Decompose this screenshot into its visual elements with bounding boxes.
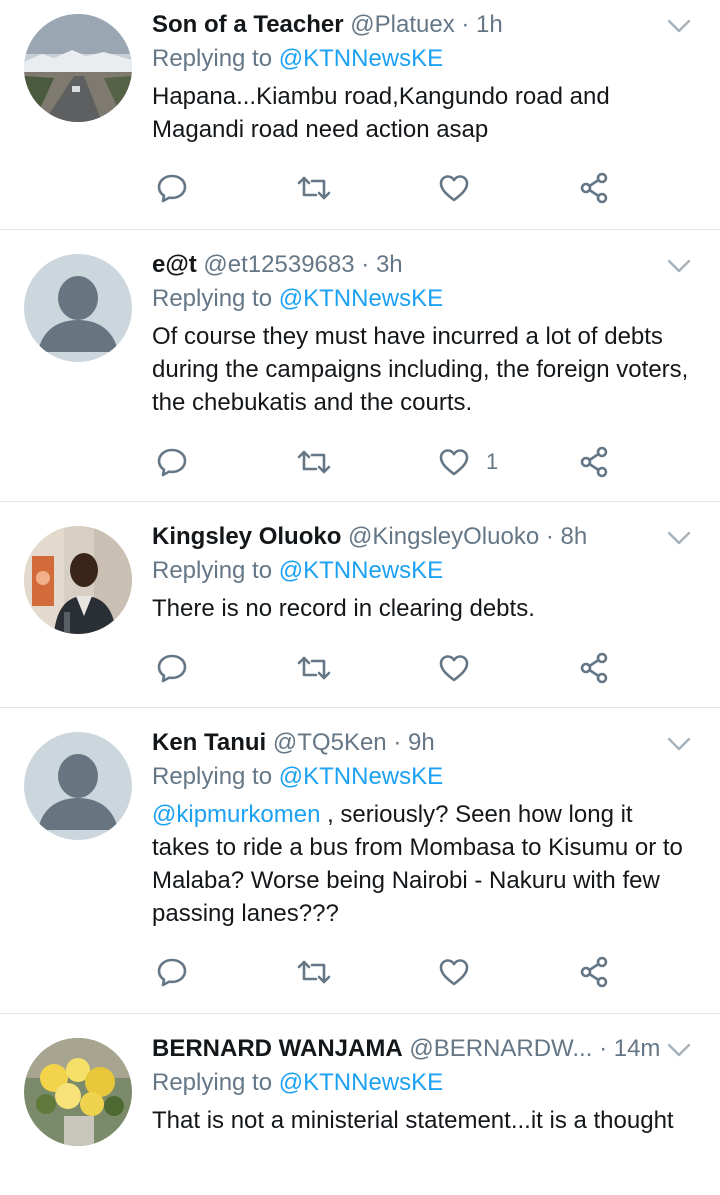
default-avatar-icon bbox=[24, 732, 132, 840]
avatar[interactable] bbox=[24, 1038, 132, 1146]
like-button[interactable] bbox=[438, 648, 486, 688]
like-button[interactable] bbox=[438, 168, 486, 208]
reply-icon bbox=[156, 172, 188, 204]
retweet-icon bbox=[296, 446, 332, 478]
share-button[interactable] bbox=[578, 442, 610, 482]
like-button[interactable]: 1 bbox=[438, 442, 498, 482]
replying-prefix: Replying to bbox=[152, 45, 273, 72]
reply-button[interactable] bbox=[156, 168, 188, 208]
avatar[interactable] bbox=[24, 526, 132, 634]
replying-to-link[interactable]: @KTNNewsKE bbox=[279, 45, 443, 72]
action-bar bbox=[152, 168, 622, 208]
retweet-icon bbox=[296, 956, 332, 988]
author-name[interactable]: BERNARD WANJAMA bbox=[152, 1035, 403, 1062]
replying-to: Replying to @KTNNewsKE bbox=[152, 760, 692, 794]
separator-dot: · bbox=[545, 523, 554, 550]
reply-button[interactable] bbox=[156, 952, 188, 992]
reply-icon bbox=[156, 446, 188, 478]
timestamp[interactable]: 9h bbox=[408, 729, 435, 756]
tweet-item[interactable]: Ken Tanui @TQ5Ken · 9h Replying to @KTNN… bbox=[0, 708, 720, 1014]
like-button[interactable] bbox=[438, 952, 486, 992]
tweet-text: @kipmurkomen , seriously? Seen how long … bbox=[152, 798, 692, 930]
replying-to-link[interactable]: @KTNNewsKE bbox=[279, 285, 443, 312]
replying-prefix: Replying to bbox=[152, 1069, 273, 1096]
tweet-text: Of course they must have incurred a lot … bbox=[152, 323, 689, 416]
chevron-down-icon[interactable] bbox=[666, 734, 692, 754]
retweet-button[interactable] bbox=[296, 648, 332, 688]
like-icon bbox=[438, 956, 470, 988]
like-icon bbox=[438, 172, 470, 204]
share-button[interactable] bbox=[578, 648, 610, 688]
timestamp[interactable]: 1h bbox=[476, 11, 503, 38]
like-icon bbox=[438, 446, 470, 478]
share-button[interactable] bbox=[578, 952, 610, 992]
replying-to: Replying to @KTNNewsKE bbox=[152, 554, 692, 588]
share-button[interactable] bbox=[578, 168, 610, 208]
author-handle[interactable]: @BERNARDW... bbox=[409, 1035, 592, 1062]
tweet-item[interactable]: BERNARD WANJAMA @BERNARDW... · 14m Reply… bbox=[0, 1014, 720, 1195]
author-name[interactable]: e@t bbox=[152, 251, 197, 278]
replying-to-link[interactable]: @KTNNewsKE bbox=[279, 557, 443, 584]
like-count: 1 bbox=[486, 449, 499, 474]
tweet-text: There is no record in clearing debts. bbox=[152, 595, 535, 622]
separator-dot: · bbox=[361, 251, 370, 278]
avatar[interactable] bbox=[24, 254, 132, 362]
replying-to: Replying to @KTNNewsKE bbox=[152, 42, 692, 76]
tweet-text: That is not a ministerial statement...it… bbox=[152, 1107, 674, 1134]
timestamp[interactable]: 8h bbox=[561, 523, 588, 550]
reply-icon bbox=[156, 652, 188, 684]
replying-prefix: Replying to bbox=[152, 763, 273, 790]
avatar[interactable] bbox=[24, 14, 132, 122]
separator-dot: · bbox=[599, 1035, 608, 1062]
chevron-down-icon[interactable] bbox=[666, 528, 692, 548]
separator-dot: · bbox=[393, 729, 402, 756]
share-icon bbox=[578, 956, 610, 988]
share-icon bbox=[578, 652, 610, 684]
replying-to: Replying to @KTNNewsKE bbox=[152, 282, 692, 316]
replying-prefix: Replying to bbox=[152, 557, 273, 584]
separator-dot: · bbox=[461, 11, 470, 38]
tweet-item[interactable]: Kingsley Oluoko @KingsleyOluoko · 8h Rep… bbox=[0, 502, 720, 708]
share-icon bbox=[578, 172, 610, 204]
mention-link[interactable]: @kipmurkomen bbox=[152, 801, 320, 828]
action-bar bbox=[152, 952, 622, 992]
action-bar: 1 bbox=[152, 442, 622, 482]
timestamp[interactable]: 14m bbox=[614, 1035, 661, 1062]
replying-prefix: Replying to bbox=[152, 285, 273, 312]
replying-to: Replying to @KTNNewsKE bbox=[152, 1066, 692, 1100]
replying-to-link[interactable]: @KTNNewsKE bbox=[279, 763, 443, 790]
like-icon bbox=[438, 652, 470, 684]
reply-icon bbox=[156, 956, 188, 988]
share-icon bbox=[578, 446, 610, 478]
author-name[interactable]: Ken Tanui bbox=[152, 729, 266, 756]
retweet-icon bbox=[296, 652, 332, 684]
reply-button[interactable] bbox=[156, 648, 188, 688]
reply-button[interactable] bbox=[156, 442, 188, 482]
author-handle[interactable]: @KingsleyOluoko bbox=[348, 523, 539, 550]
retweet-button[interactable] bbox=[296, 442, 332, 482]
action-bar bbox=[152, 648, 622, 688]
author-name[interactable]: Kingsley Oluoko bbox=[152, 523, 341, 550]
author-name[interactable]: Son of a Teacher bbox=[152, 11, 344, 38]
author-handle[interactable]: @et12539683 bbox=[203, 251, 354, 278]
chevron-down-icon[interactable] bbox=[666, 256, 692, 276]
tweet-text: Hapana...Kiambu road,Kangundo road and M… bbox=[152, 83, 610, 143]
author-handle[interactable]: @Platuex bbox=[350, 11, 454, 38]
retweet-button[interactable] bbox=[296, 952, 332, 992]
chevron-down-icon[interactable] bbox=[666, 16, 692, 36]
default-avatar-icon bbox=[24, 254, 132, 362]
retweet-button[interactable] bbox=[296, 168, 332, 208]
replying-to-link[interactable]: @KTNNewsKE bbox=[279, 1069, 443, 1096]
tweet-item[interactable]: e@t @et12539683 · 3h Replying to @KTNNew… bbox=[0, 230, 720, 502]
tweet-item[interactable]: Son of a Teacher @Platuex · 1h Replying … bbox=[0, 0, 720, 230]
chevron-down-icon[interactable] bbox=[666, 1040, 692, 1060]
retweet-icon bbox=[296, 172, 332, 204]
avatar[interactable] bbox=[24, 732, 132, 840]
timestamp[interactable]: 3h bbox=[376, 251, 403, 278]
author-handle[interactable]: @TQ5Ken bbox=[273, 729, 387, 756]
